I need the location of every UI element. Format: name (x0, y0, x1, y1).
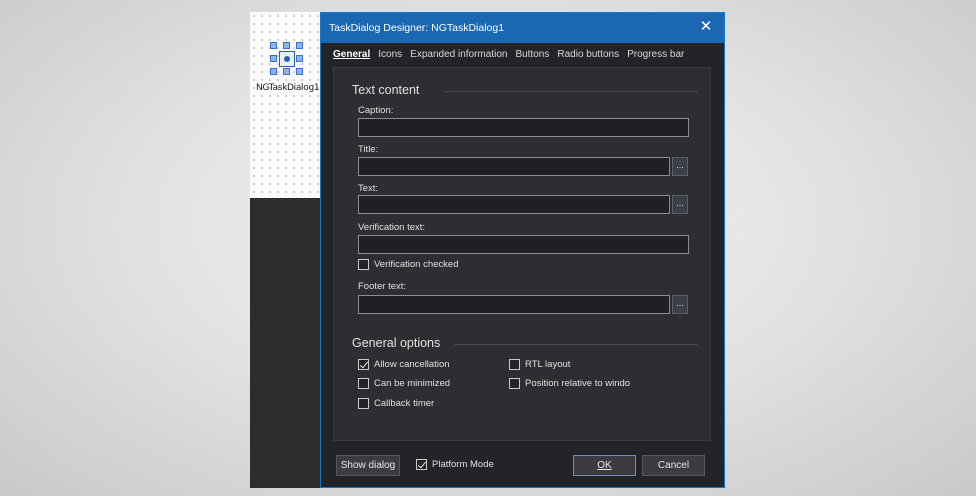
footer-text-label: Footer text: (358, 281, 407, 292)
verification-checked-label: Verification checked (374, 259, 459, 270)
callback-timer-checkbox[interactable]: Callback timer (358, 398, 434, 409)
selection-handle[interactable] (283, 42, 290, 49)
selection-handle[interactable] (296, 68, 303, 75)
general-options-heading: General options (352, 336, 441, 350)
checkbox-icon[interactable] (509, 359, 520, 370)
tab-radio-buttons[interactable]: Radio buttons (554, 49, 624, 65)
verification-text-label: Verification text: (358, 222, 426, 233)
checkbox-icon[interactable] (416, 459, 427, 470)
task-dialog-designer-window: TaskDialog Designer: NGTaskDialog1 ✕ Gen… (320, 12, 725, 488)
allow-cancellation-label: Allow cancellation (374, 359, 450, 370)
caption-field[interactable] (358, 118, 689, 137)
rtl-layout-label: RTL layout (525, 359, 571, 370)
can-be-minimized-checkbox[interactable]: Can be minimized (358, 378, 450, 389)
window-title: TaskDialog Designer: NGTaskDialog1 (329, 22, 505, 34)
show-dialog-button[interactable]: Show dialog (336, 455, 400, 476)
platform-mode-checkbox[interactable]: Platform Mode (416, 459, 494, 470)
caption-label: Caption: (358, 105, 394, 116)
platform-mode-label: Platform Mode (432, 459, 494, 470)
selection-handle[interactable] (296, 55, 303, 62)
ok-button[interactable]: OK (573, 455, 636, 476)
can-be-minimized-label: Can be minimized (374, 378, 451, 389)
selection-handle[interactable] (270, 68, 277, 75)
selection-handle[interactable] (296, 42, 303, 49)
dialog-footer: Show dialog Platform Mode OK Cancel (321, 445, 724, 487)
tab-progress-bar[interactable]: Progress bar (624, 49, 689, 65)
text-ellipsis-button[interactable]: ... (672, 195, 688, 214)
component-glyph (279, 51, 295, 67)
position-relative-label: Position relative to windo (525, 378, 631, 389)
title-bar[interactable]: TaskDialog Designer: NGTaskDialog1 ✕ (321, 13, 724, 43)
title-field[interactable] (358, 157, 670, 176)
verification-checked-checkbox[interactable]: Verification checked (358, 259, 459, 270)
tab-strip: General Icons Expanded information Butto… (321, 43, 724, 65)
selection-handle[interactable] (270, 55, 277, 62)
checkbox-icon[interactable] (358, 398, 369, 409)
task-dialog-component-icon[interactable] (270, 42, 304, 76)
checkbox-icon[interactable] (358, 259, 369, 270)
tab-icons[interactable]: Icons (375, 49, 407, 65)
group-divider (444, 91, 698, 92)
checkbox-icon[interactable] (358, 359, 369, 370)
tab-expanded-information[interactable]: Expanded information (407, 49, 512, 65)
selection-handle[interactable] (283, 68, 290, 75)
position-relative-checkbox[interactable]: Position relative to windo (509, 378, 630, 389)
general-tab-panel: Text content Caption: Title: ... Text: .… (333, 67, 711, 441)
cancel-button[interactable]: Cancel (642, 455, 705, 476)
tab-buttons[interactable]: Buttons (512, 49, 554, 65)
text-label: Text: (358, 183, 379, 194)
text-field[interactable] (358, 195, 670, 214)
verification-text-field[interactable] (358, 235, 689, 254)
group-divider (454, 344, 698, 345)
component-label: NGTaskDialog1 (256, 83, 320, 93)
footer-text-field[interactable] (358, 295, 670, 314)
callback-timer-label: Callback timer (374, 398, 435, 409)
tab-general[interactable]: General (330, 49, 375, 65)
selection-handle[interactable] (270, 42, 277, 49)
allow-cancellation-checkbox[interactable]: Allow cancellation (358, 359, 450, 370)
checkbox-icon[interactable] (358, 378, 369, 389)
title-ellipsis-button[interactable]: ... (672, 157, 688, 176)
title-label: Title: (358, 144, 379, 155)
close-icon[interactable]: ✕ (698, 19, 714, 35)
footer-ellipsis-button[interactable]: ... (672, 295, 688, 314)
text-content-heading: Text content (352, 83, 420, 97)
checkbox-icon[interactable] (509, 378, 520, 389)
rtl-layout-checkbox[interactable]: RTL layout (509, 359, 570, 370)
